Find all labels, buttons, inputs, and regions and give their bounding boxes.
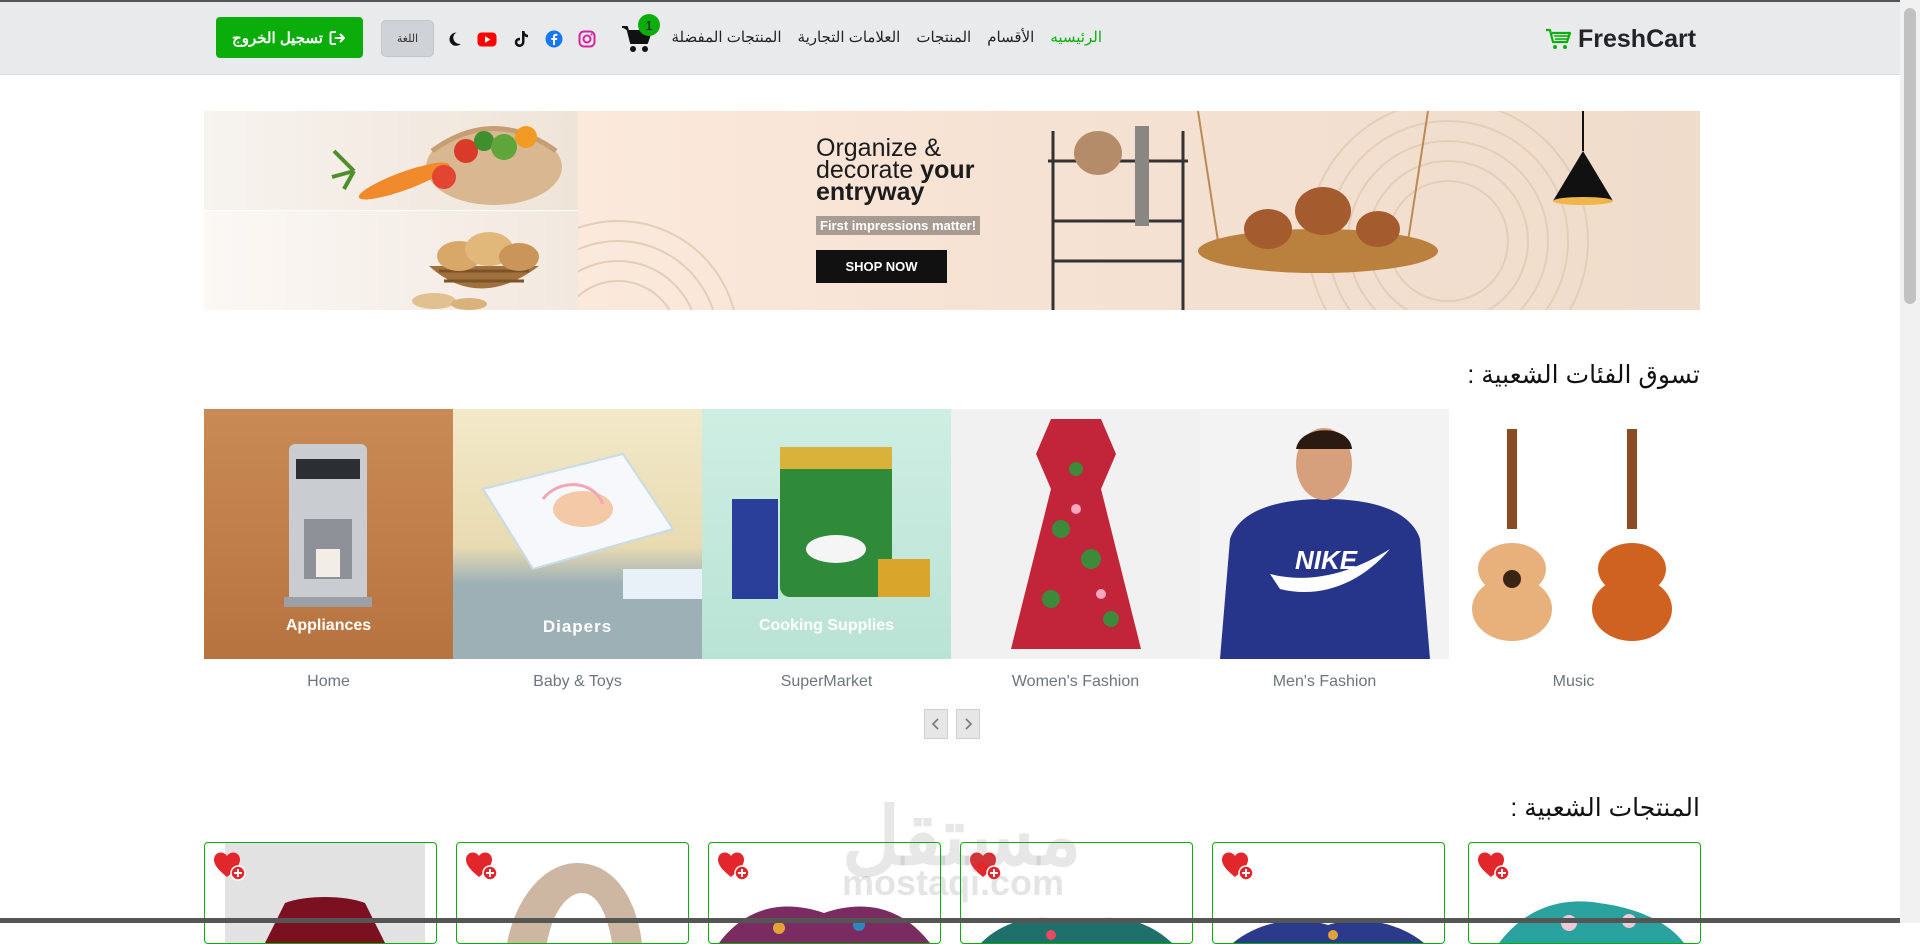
- category-name-women[interactable]: Women's Fashion: [951, 673, 1200, 691]
- category-card-men[interactable]: NIKE: [1200, 409, 1449, 659]
- category-name-baby[interactable]: Baby & Toys: [453, 673, 702, 691]
- categories-slider: Appliances Diapers Cooking Supplies NIKE: [204, 409, 1700, 659]
- category-card-baby[interactable]: Diapers: [453, 409, 702, 659]
- product-card[interactable]: [1468, 842, 1701, 944]
- chevron-right-icon: [965, 718, 973, 730]
- category-name-home[interactable]: Home: [204, 673, 453, 691]
- add-to-wishlist-icon[interactable]: [717, 851, 751, 886]
- category-card-home[interactable]: Appliances: [204, 409, 453, 659]
- cart-icon: [1546, 28, 1572, 49]
- nav-home[interactable]: الرئيسيه: [1050, 28, 1102, 46]
- nike-hoodie-image: NIKE: [1220, 428, 1430, 659]
- banner-headline: Organize & decorate your entryway: [816, 136, 1016, 206]
- slider-next-button[interactable]: [956, 709, 980, 739]
- watermark-latin: mostaqi.com: [842, 862, 1065, 903]
- sign-out-icon: [329, 30, 345, 45]
- category-image-caption: Diapers: [542, 617, 613, 636]
- banner-title-line3: entryway: [816, 178, 925, 206]
- add-to-wishlist-icon[interactable]: [465, 851, 499, 886]
- hero-banner: Organize & decorate your entryway First …: [204, 111, 1700, 310]
- guitars-image: [1472, 429, 1672, 641]
- cart-count-badge: 1: [638, 14, 660, 36]
- slider-prev-button[interactable]: [924, 709, 948, 739]
- nav-products[interactable]: المنتجات: [916, 28, 971, 46]
- entryway-promo: Organize & decorate your entryway First …: [578, 111, 1700, 310]
- product-card[interactable]: [204, 842, 437, 944]
- tiktok-icon[interactable]: [511, 29, 531, 49]
- nike-logo-text: NIKE: [1295, 545, 1358, 575]
- add-to-wishlist-icon[interactable]: [1477, 851, 1511, 886]
- add-to-wishlist-icon[interactable]: [1221, 851, 1255, 886]
- nav-links: الرئيسيه الأقسام المنتجات العلامات التجا…: [672, 28, 1102, 46]
- instagram-icon[interactable]: [577, 29, 597, 49]
- nav-wishlist[interactable]: المنتجات المفضلة: [672, 28, 782, 46]
- category-card-women[interactable]: [951, 409, 1200, 659]
- brand-logo[interactable]: FreshCart: [1544, 24, 1696, 54]
- window-bottom-border: [0, 918, 1900, 923]
- banner-side-images: [204, 111, 578, 310]
- categories-section-title: تسوق الفئات الشعبية :: [1467, 361, 1700, 389]
- banner-title-line2b: your: [920, 156, 975, 184]
- add-to-wishlist-icon[interactable]: [213, 851, 247, 886]
- chevron-left-icon: [931, 718, 939, 730]
- floral-dress-image: [1011, 419, 1141, 649]
- groceries-bag-image: [204, 111, 578, 210]
- bread-basket-image: [204, 211, 578, 310]
- logout-button[interactable]: تسجيل الخروج: [216, 17, 363, 58]
- cart-button[interactable]: 1: [621, 14, 660, 56]
- category-image-caption: Appliances: [285, 617, 372, 634]
- page-scrollbar[interactable]: [1900, 0, 1920, 923]
- product-image: [225, 843, 425, 943]
- youtube-icon[interactable]: [477, 29, 497, 49]
- category-name-supermarket[interactable]: SuperMarket: [702, 673, 951, 691]
- nav-categories[interactable]: الأقسام: [987, 28, 1034, 46]
- logout-label: تسجيل الخروج: [232, 29, 323, 47]
- category-card-supermarket[interactable]: Cooking Supplies: [702, 409, 951, 659]
- navbar: FreshCart الرئيسيه الأقسام المنتجات العل…: [0, 2, 1900, 75]
- nav-brands[interactable]: العلامات التجارية: [798, 28, 901, 46]
- product-card[interactable]: [1212, 842, 1445, 944]
- moon-icon[interactable]: [444, 29, 464, 49]
- product-card[interactable]: [456, 842, 689, 944]
- category-image-caption: Cooking Supplies: [758, 617, 895, 634]
- brand-name: FreshCart: [1578, 24, 1697, 53]
- language-button[interactable]: اللغة: [381, 20, 434, 57]
- facebook-icon[interactable]: [544, 29, 564, 49]
- products-section-title: المنتجات الشعبية :: [1510, 794, 1700, 822]
- category-name-men[interactable]: Men's Fashion: [1200, 673, 1449, 691]
- shop-now-button[interactable]: SHOP NOW: [816, 250, 947, 283]
- banner-decoration: [578, 111, 1613, 310]
- banner-subtitle: First impressions matter!: [816, 216, 981, 235]
- category-card-music[interactable]: [1449, 409, 1698, 659]
- scrollbar-thumb[interactable]: [1904, 8, 1916, 304]
- category-name-music[interactable]: Music: [1449, 673, 1698, 691]
